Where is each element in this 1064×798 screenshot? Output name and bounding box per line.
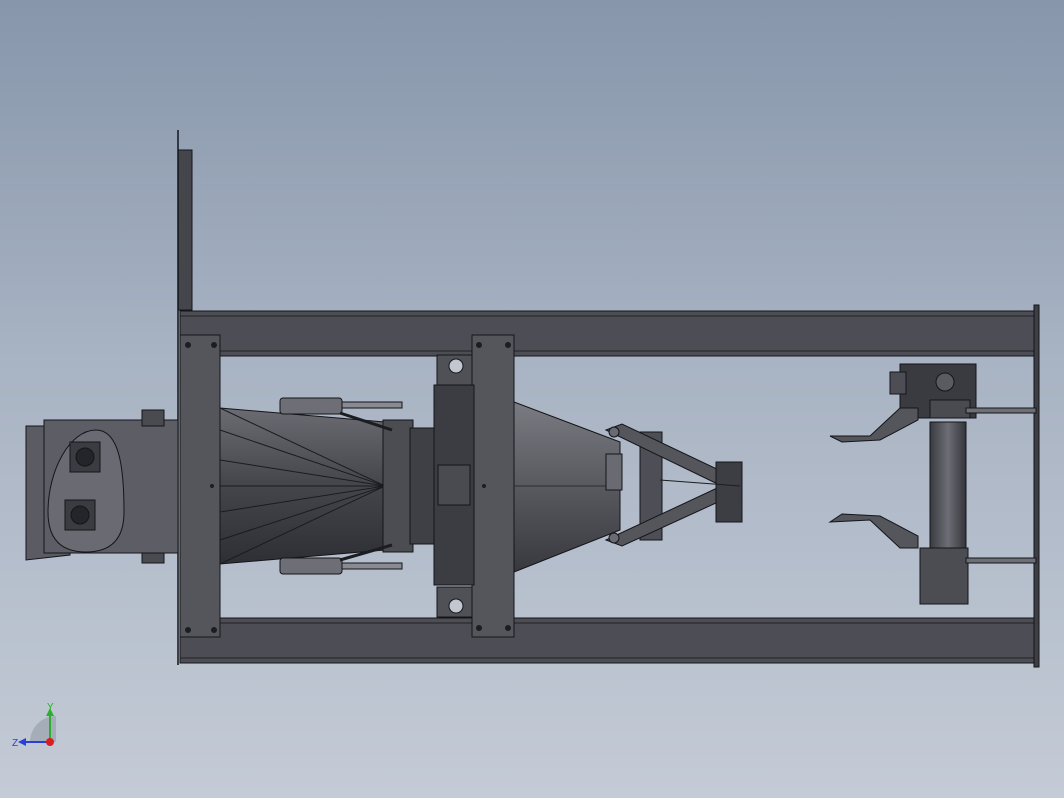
coordinate-triad-icon: Y Z	[12, 702, 56, 749]
right-cone	[513, 401, 621, 573]
top-rail	[179, 310, 1039, 357]
central-flange	[433, 354, 475, 618]
bottom-rail	[179, 617, 1039, 664]
gripper-assembly	[604, 423, 743, 547]
motor-housing	[25, 409, 179, 564]
axis-y-label: Y	[47, 702, 54, 713]
left-post	[177, 149, 193, 311]
roller	[929, 421, 967, 549]
drive-unit	[828, 363, 1037, 605]
axis-z-label: Z	[12, 738, 18, 749]
center-plate	[471, 334, 515, 638]
cad-viewport[interactable]: Y Z	[0, 0, 1064, 798]
left-cone	[219, 407, 437, 565]
